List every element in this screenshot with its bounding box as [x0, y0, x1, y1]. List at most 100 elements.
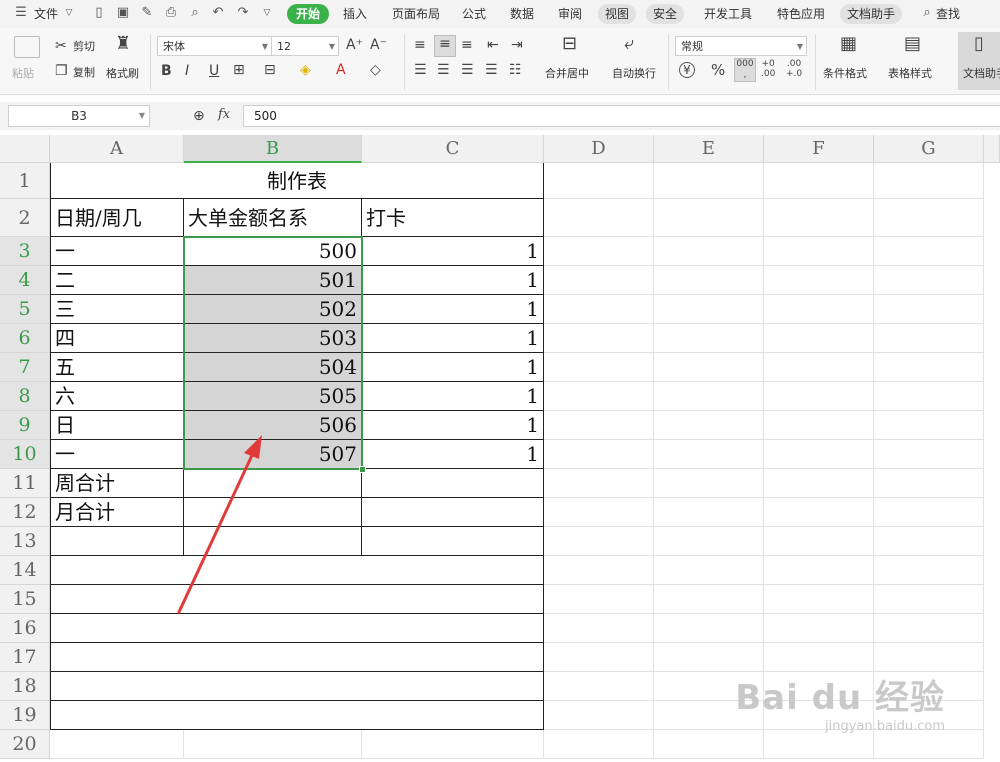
align-middle-icon[interactable]: ≡ [434, 35, 456, 57]
doc-helper-button[interactable]: ▯ 文档助手 [958, 32, 1000, 90]
decrease-decimal-icon[interactable]: .00 +.0 [786, 59, 802, 79]
formula-input[interactable]: 500 [243, 105, 1000, 127]
watermark-url: jingyan.baidu.com [825, 719, 945, 734]
number-format-combo[interactable]: 常规 ▼ [675, 36, 807, 56]
tab-home[interactable]: 开始 [287, 4, 330, 24]
chevron-down-icon[interactable]: ▼ [262, 37, 268, 57]
merge-center-icon[interactable]: ⊟ [562, 35, 577, 53]
ribbon-separator [815, 34, 816, 90]
clear-format-icon[interactable]: ◇ [370, 62, 381, 78]
wrap-text-icon[interactable]: ⤶ [624, 35, 634, 53]
increase-decimal-bottom: .00 [761, 69, 776, 79]
ribbon-toolbar: 粘贴 ✂ 剪切 ❐ 复制 ♜ 格式刷 宋体 ▼ 12 ▼ A⁺ A⁻ B I U… [0, 28, 1000, 95]
decrease-indent-icon[interactable]: ⇤ [487, 37, 499, 53]
menu-bar: ☰ 文件 ▽ ▯ ▣ ✎ ⎙ ⌕ ↶ ↷ ▽ 开始 插入 页面布局 公式 数据 … [0, 0, 1000, 28]
arrow-shaft [177, 449, 256, 614]
chevron-down-icon[interactable]: ▼ [139, 106, 145, 126]
zoom-icon[interactable]: ⊕ [193, 108, 205, 124]
font-size-value: 12 [277, 40, 291, 53]
tab-formulas[interactable]: 公式 [462, 4, 486, 24]
thousands-separator-icon[interactable]: 000, [734, 58, 756, 82]
name-box[interactable]: B3 ▼ [8, 105, 150, 127]
paste-button[interactable]: 粘贴 [12, 65, 34, 81]
ribbon-separator [668, 34, 669, 90]
format-painter-quick-icon[interactable]: ✎ [140, 6, 154, 20]
ribbon-separator [150, 34, 151, 90]
watermark: Bai du 经验 jingyan.baidu.com [735, 670, 945, 734]
font-size-combo[interactable]: 12 ▼ [271, 36, 339, 56]
cut-icon[interactable]: ✂ [55, 38, 67, 54]
chevron-down-icon[interactable]: ▽ [62, 6, 76, 20]
search-button[interactable]: 查找 [936, 4, 960, 24]
decrease-decimal-bottom: +.0 [786, 69, 803, 79]
decrease-decimal-top: .00 [786, 59, 802, 69]
align-center-icon[interactable]: ☰ [437, 62, 450, 78]
document-icon: ▯ [974, 33, 984, 54]
search-icon[interactable]: ⌕ [920, 6, 934, 20]
bold-icon[interactable]: B [161, 63, 172, 79]
font-name-combo[interactable]: 宋体 ▼ [157, 36, 272, 56]
new-document-icon[interactable]: ▯ [92, 6, 106, 20]
align-top-icon[interactable]: ≡ [414, 37, 426, 53]
tab-data[interactable]: 数据 [510, 4, 534, 24]
watermark-logo: Bai du 经验 [735, 678, 945, 718]
tab-special-features[interactable]: 特色应用 [777, 4, 825, 24]
italic-icon[interactable]: I [185, 63, 189, 79]
chevron-down-icon[interactable]: ▼ [797, 37, 803, 57]
hamburger-menu-icon[interactable]: ☰ [14, 6, 28, 20]
formula-bar: B3 ▼ ⊕ fx 500 [0, 102, 1000, 130]
align-bottom-icon[interactable]: ≡ [461, 37, 473, 53]
font-name-value: 宋体 [163, 40, 185, 53]
copy-icon[interactable]: ❐ [55, 63, 68, 79]
underline-icon[interactable]: U [209, 63, 219, 79]
increase-indent-icon[interactable]: ⇥ [511, 37, 523, 53]
fx-icon[interactable]: fx [218, 107, 230, 122]
spreadsheet-grid: ABCDEFG 1 2 3 4 5 6 7 8 9 10 11 12 13 14 15 16 17 18 19 20 … [0, 135, 1000, 762]
save-icon[interactable]: ▣ [116, 6, 130, 20]
tab-insert[interactable]: 插入 [343, 4, 367, 24]
print-preview-icon[interactable]: ⌕ [188, 6, 202, 20]
tab-developer[interactable]: 开发工具 [704, 4, 752, 24]
tab-security[interactable]: 安全 [646, 4, 685, 24]
tab-page-layout[interactable]: 页面布局 [392, 4, 440, 24]
doc-helper-label: 文档助手 [963, 67, 1000, 80]
undo-icon[interactable]: ↶ [211, 6, 225, 20]
file-menu[interactable]: 文件 [34, 4, 58, 24]
copy-button[interactable]: 复制 [73, 64, 95, 80]
chevron-down-icon[interactable]: ▼ [329, 37, 335, 57]
increase-decimal-icon[interactable]: +0.00 [761, 59, 775, 79]
format-painter-button[interactable]: 格式刷 [106, 65, 139, 81]
increase-decimal-top: +0 [761, 59, 775, 69]
annotation-arrow [177, 435, 262, 614]
align-right-icon[interactable]: ☰ [461, 62, 474, 78]
conditional-format-icon[interactable]: ▦ [840, 35, 857, 53]
fill-color-icon[interactable]: ◈ [300, 62, 311, 78]
font-color-icon[interactable]: A [336, 62, 346, 78]
customize-toolbar-icon[interactable]: ▽ [260, 6, 274, 20]
tab-view[interactable]: 视图 [598, 4, 637, 24]
paste-icon[interactable] [14, 36, 40, 58]
print-icon[interactable]: ⎙ [164, 6, 178, 20]
percent-icon[interactable]: % [711, 62, 725, 78]
table-style-button[interactable]: 表格样式 [888, 65, 932, 81]
decrease-font-size-icon[interactable]: A⁻ [370, 37, 387, 53]
distributed-align-icon[interactable]: ☷ [509, 62, 522, 78]
number-format-value: 常规 [681, 40, 703, 53]
merge-center-button[interactable]: 合并居中 [545, 65, 589, 81]
justify-icon[interactable]: ☰ [485, 62, 498, 78]
increase-font-size-icon[interactable]: A⁺ [346, 37, 363, 53]
fill-format-icon[interactable]: ⊟ [264, 62, 276, 78]
redo-icon[interactable]: ↷ [236, 6, 250, 20]
table-style-icon[interactable]: ▤ [904, 35, 921, 53]
conditional-format-button[interactable]: 条件格式 [823, 65, 867, 81]
align-left-icon[interactable]: ☰ [414, 62, 427, 78]
wrap-text-button[interactable]: 自动换行 [612, 65, 656, 81]
tab-review[interactable]: 审阅 [558, 4, 582, 24]
arrow-head [244, 435, 262, 459]
ribbon-separator [404, 34, 405, 90]
cut-button[interactable]: 剪切 [73, 38, 95, 54]
format-painter-icon[interactable]: ♜ [115, 35, 131, 53]
currency-icon[interactable]: ¥ [679, 62, 695, 78]
tab-doc-helper[interactable]: 文档助手 [840, 4, 903, 24]
borders-icon[interactable]: ⊞ [233, 62, 245, 78]
